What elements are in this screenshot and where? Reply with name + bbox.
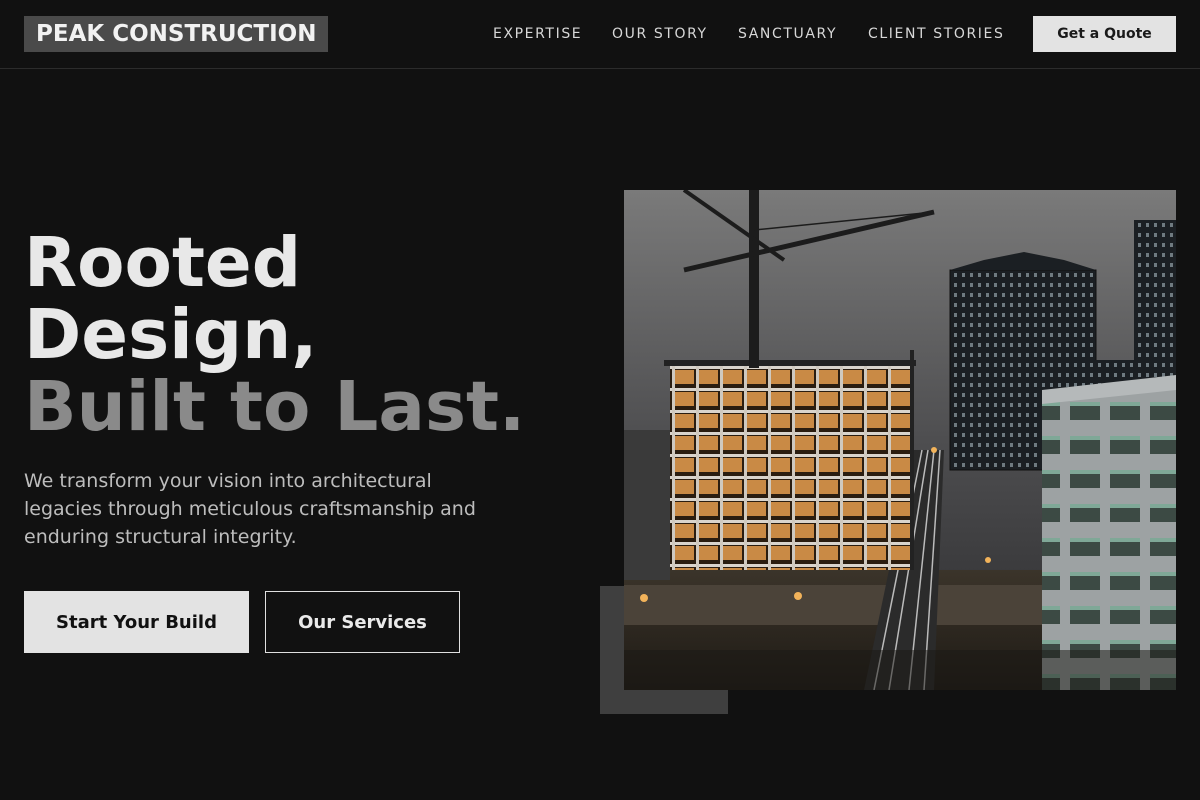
hero-title: Rooted Design, Built to Last.: [24, 227, 604, 443]
hero-title-line-2: Design,: [24, 295, 318, 375]
nav-link-expertise[interactable]: EXPERTISE: [493, 25, 582, 43]
nav-link-client-stories[interactable]: CLIENT STORIES: [868, 25, 1004, 43]
site-header: PEAK CONSTRUCTION EXPERTISE OUR STORY SA…: [0, 0, 1200, 69]
hero-title-line-1: Rooted: [24, 223, 302, 303]
hero-title-line-3: Built to Last.: [24, 367, 526, 447]
nav-link-sanctuary[interactable]: SANCTUARY: [738, 25, 837, 43]
nav-link-our-story[interactable]: OUR STORY: [612, 25, 708, 43]
hero-subtitle: We transform your vision into architectu…: [24, 470, 476, 548]
start-build-button[interactable]: Start Your Build: [24, 591, 249, 653]
construction-photo-illustration: [624, 190, 1176, 690]
brand-logo[interactable]: PEAK CONSTRUCTION: [24, 16, 329, 52]
construction-photo: [624, 190, 1176, 690]
our-services-button[interactable]: Our Services: [265, 591, 460, 653]
get-quote-button[interactable]: Get a Quote: [1033, 16, 1176, 52]
